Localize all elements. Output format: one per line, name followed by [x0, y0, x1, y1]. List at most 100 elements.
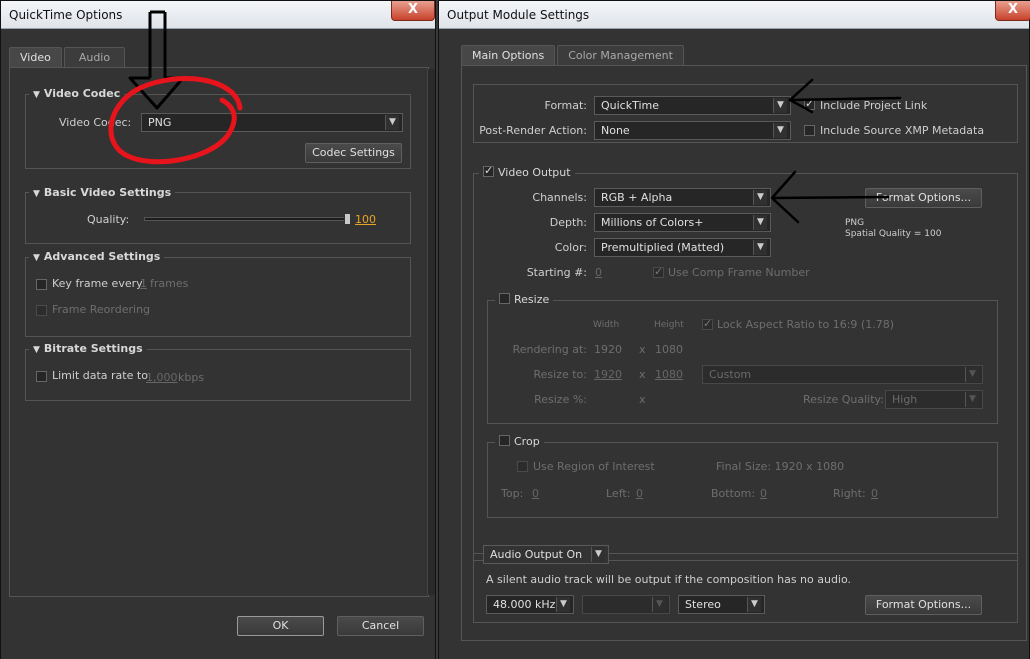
keyframe-label: Key frame every — [52, 277, 143, 290]
resize-preset-dropdown[interactable]: Custom ▼ — [702, 365, 983, 384]
chevron-down-icon: ▼ — [556, 597, 570, 612]
depth-dropdown[interactable]: Millions of Colors+ ▼ — [594, 213, 771, 232]
collapse-triangle-icon[interactable]: ▼ — [33, 345, 40, 355]
quality-slider-track[interactable] — [144, 217, 351, 221]
tab-audio[interactable]: Audio — [63, 47, 126, 67]
audio-output-dropdown[interactable]: Audio Output On ▼ — [483, 545, 609, 564]
use-roi-label: Use Region of Interest — [533, 460, 655, 473]
quicktime-title: QuickTime Options — [9, 8, 123, 22]
resize-checkbox[interactable] — [499, 293, 510, 304]
resize-to-label: Resize to: — [533, 368, 588, 381]
video-output-title: Video Output — [479, 164, 575, 179]
tab-main-options[interactable]: Main Options — [461, 45, 556, 65]
post-render-dropdown[interactable]: None ▼ — [594, 121, 791, 140]
audio-format-options-button[interactable]: Format Options... — [865, 595, 982, 615]
frame-reordering-checkbox[interactable] — [36, 305, 47, 316]
limit-data-rate-value[interactable]: 1,000 — [146, 371, 178, 384]
sample-rate-dropdown[interactable]: 48.000 kHz ▼ — [486, 595, 574, 614]
chevron-down-icon: ▼ — [965, 392, 979, 407]
output-module-window: Output Module Settings X Main Options Co… — [438, 0, 1030, 659]
video-output-checkbox[interactable] — [483, 164, 494, 177]
sample-depth-dropdown[interactable]: ▼ — [582, 595, 670, 614]
final-size-label: Final Size: 1920 x 1080 — [716, 460, 845, 473]
depth-label: Depth: — [549, 216, 587, 229]
tab-color-management[interactable]: Color Management — [557, 45, 684, 65]
audio-note: A silent audio track will be output if t… — [486, 573, 852, 586]
crop-top-label: Top: — [501, 487, 524, 500]
output-close-button[interactable]: X — [995, 1, 1030, 21]
limit-data-rate-checkbox[interactable] — [36, 371, 47, 382]
chevron-down-icon: ▼ — [753, 240, 767, 255]
chevron-down-icon: ▼ — [385, 115, 399, 130]
output-tabs: Main Options Color Management — [461, 45, 686, 65]
advanced-settings-title: ▼ Advanced Settings — [29, 250, 165, 263]
rendering-height: 1080 — [655, 343, 683, 356]
quicktime-titlebar: QuickTime Options X — [1, 1, 435, 29]
include-xmp-checkbox[interactable] — [804, 125, 815, 136]
rendering-width: 1920 — [594, 343, 622, 356]
quality-value[interactable]: 100 — [355, 213, 376, 226]
audio-channels-dropdown[interactable]: Stereo ▼ — [678, 595, 765, 614]
chevron-down-icon: ▼ — [753, 190, 767, 205]
crop-bottom-value[interactable]: 0 — [760, 487, 767, 500]
crop-left-value[interactable]: 0 — [636, 487, 643, 500]
quicktime-close-button[interactable]: X — [391, 1, 435, 21]
starting-number-value[interactable]: 0 — [595, 266, 602, 279]
resize-title: Resize — [495, 293, 554, 306]
quicktime-scrollbar[interactable] — [427, 69, 435, 595]
chevron-down-icon: ▼ — [591, 547, 605, 562]
color-dropdown[interactable]: Premultiplied (Matted) ▼ — [594, 238, 771, 257]
bitrate-settings-title: ▼ Bitrate Settings — [29, 342, 147, 355]
rendering-at-label: Rendering at: — [512, 343, 587, 356]
crop-group — [487, 442, 998, 518]
crop-right-value[interactable]: 0 — [871, 487, 878, 500]
quicktime-options-window: QuickTime Options X Video Audio ▼ Video C… — [0, 0, 436, 659]
collapse-triangle-icon[interactable]: ▼ — [33, 90, 40, 100]
ok-button[interactable]: OK — [237, 616, 324, 636]
quality-slider-thumb[interactable] — [344, 213, 351, 225]
post-render-label: Post-Render Action: — [479, 124, 587, 137]
crop-bottom-label: Bottom: — [711, 487, 756, 500]
lock-aspect-checkbox[interactable] — [702, 317, 713, 330]
starting-number-label: Starting #: — [526, 266, 587, 279]
video-codec-dropdown[interactable]: PNG ▼ — [141, 113, 403, 132]
advanced-settings-group — [25, 257, 411, 337]
crop-right-label: Right: — [833, 487, 866, 500]
limit-data-rate-label: Limit data rate to — [52, 369, 148, 382]
limit-data-rate-unit: kbps — [178, 371, 205, 384]
resize-height[interactable]: 1080 — [655, 368, 683, 381]
crop-title: Crop — [495, 435, 544, 448]
tab-video[interactable]: Video — [9, 47, 62, 67]
rendering-x: x — [639, 343, 646, 356]
use-roi-checkbox[interactable] — [517, 461, 528, 472]
chevron-down-icon: ▼ — [753, 215, 767, 230]
width-header: Width — [593, 320, 620, 330]
output-titlebar: Output Module Settings X — [439, 1, 1030, 29]
collapse-triangle-icon[interactable]: ▼ — [33, 253, 40, 263]
color-label: Color: — [554, 241, 587, 254]
codec-settings-button[interactable]: Codec Settings — [305, 143, 402, 163]
crop-checkbox[interactable] — [499, 435, 510, 446]
include-project-link-checkbox[interactable] — [804, 97, 815, 110]
format-options-button[interactable]: Format Options... — [865, 188, 982, 208]
resize-width[interactable]: 1920 — [594, 368, 622, 381]
crop-top-value[interactable]: 0 — [532, 487, 539, 500]
collapse-triangle-icon[interactable]: ▼ — [33, 189, 40, 199]
keyframe-value[interactable]: 1 — [140, 277, 147, 290]
format-dropdown[interactable]: QuickTime ▼ — [594, 96, 791, 115]
use-comp-frame-checkbox[interactable] — [653, 265, 664, 278]
resize-x: x — [639, 368, 646, 381]
chevron-down-icon: ▼ — [773, 98, 787, 113]
resize-quality-dropdown[interactable]: High ▼ — [885, 390, 983, 409]
resize-percent-label: Resize %: — [534, 393, 587, 406]
keyframe-checkbox[interactable] — [36, 279, 47, 290]
quicktime-body: Video Audio ▼ Video Codec Video Codec: PN… — [1, 29, 435, 659]
channels-dropdown[interactable]: RGB + Alpha ▼ — [594, 188, 771, 207]
codec-info-line2: Spatial Quality = 100 — [845, 229, 942, 239]
codec-info-line1: PNG — [845, 218, 865, 228]
crop-left-label: Left: — [606, 487, 631, 500]
frame-reordering-label: Frame Reordering — [52, 303, 151, 316]
cancel-button[interactable]: Cancel — [337, 616, 424, 636]
use-comp-frame-label: Use Comp Frame Number — [668, 266, 810, 279]
basic-video-settings-title: ▼ Basic Video Settings — [29, 186, 176, 199]
